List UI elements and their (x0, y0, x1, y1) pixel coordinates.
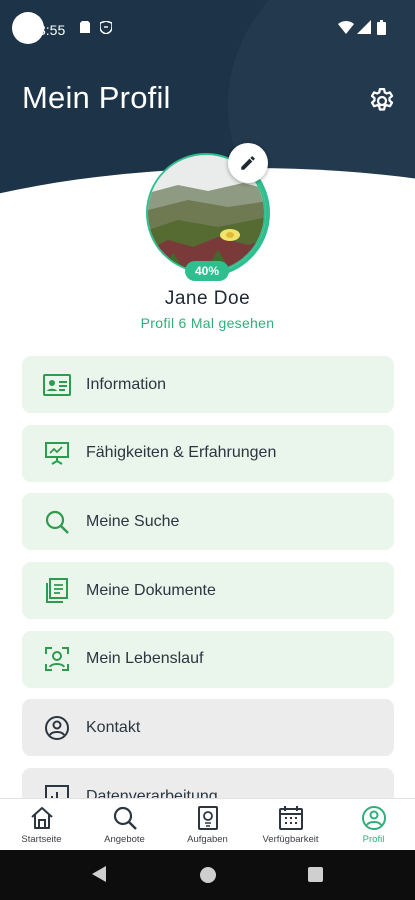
face-scan-icon (42, 644, 72, 674)
bottom-navigation: Startseite Angebote Aufgaben Verfügbarke… (0, 798, 415, 850)
menu-item-label: Kontakt (86, 718, 141, 736)
nav-aufgaben[interactable]: Aufgaben (166, 799, 249, 850)
page-title: Mein Profil (22, 80, 171, 115)
nav-startseite[interactable]: Startseite (0, 799, 83, 850)
menu-item-label: Mein Lebenslauf (86, 650, 204, 668)
menu-item-information[interactable]: Information (22, 356, 394, 413)
contact-icon (42, 713, 72, 743)
nav-profil[interactable]: Profil (332, 799, 415, 850)
menu-item-search[interactable]: Meine Suche (22, 493, 394, 551)
home-icon (30, 807, 53, 829)
nav-label: Angebote (104, 834, 145, 845)
completion-badge: 40% (185, 261, 229, 281)
profile-avatar: 40% (143, 143, 273, 281)
menu-item-skills[interactable]: Fähigkeiten & Erfahrungen (22, 424, 394, 482)
profile-menu: Information Fähigkeiten & Erfahrungen Me… (22, 356, 394, 837)
back-icon[interactable] (92, 866, 106, 882)
edit-photo-button[interactable] (228, 143, 268, 183)
profile-views-count: Profil 6 Mal gesehen (140, 315, 275, 331)
id-card-icon (42, 370, 72, 400)
pencil-icon (241, 156, 255, 170)
nav-label: Verfügbarkeit (262, 834, 319, 845)
calendar-icon (278, 806, 303, 830)
nav-label: Aufgaben (187, 834, 228, 845)
battery-icon (377, 20, 386, 35)
documents-icon (42, 576, 72, 606)
search-icon (42, 507, 72, 537)
gear-icon (370, 88, 394, 111)
nav-angebote[interactable]: Angebote (83, 799, 166, 850)
shield-icon (100, 21, 112, 34)
search-icon (113, 806, 137, 830)
wifi-icon (338, 20, 354, 34)
nav-label: Profil (362, 834, 385, 845)
status-bar: 3:55 (0, 0, 415, 58)
system-navigation-bar (0, 850, 415, 900)
presentation-board-icon (42, 438, 72, 468)
signal-icon (357, 20, 371, 34)
status-time: 3:55 (38, 22, 66, 38)
menu-item-label: Meine Dokumente (86, 581, 216, 599)
settings-button[interactable] (367, 86, 397, 116)
recents-button[interactable] (308, 867, 323, 882)
clipboard-icon (197, 806, 218, 830)
user-name: Jane Doe (164, 288, 251, 309)
menu-item-label: Information (86, 375, 167, 393)
menu-item-documents[interactable]: Meine Dokumente (22, 562, 394, 620)
sd-card-icon (80, 21, 90, 33)
menu-item-contact[interactable]: Kontakt (22, 699, 394, 757)
home-button[interactable] (200, 867, 216, 883)
nav-label: Startseite (21, 834, 62, 845)
menu-item-cv[interactable]: Mein Lebenslauf (22, 630, 394, 688)
menu-item-label: Meine Suche (86, 512, 180, 530)
profile-icon (361, 806, 386, 830)
nav-verfuegbarkeit[interactable]: Verfügbarkeit (249, 799, 332, 850)
menu-item-label: Fähigkeiten & Erfahrungen (86, 444, 277, 462)
